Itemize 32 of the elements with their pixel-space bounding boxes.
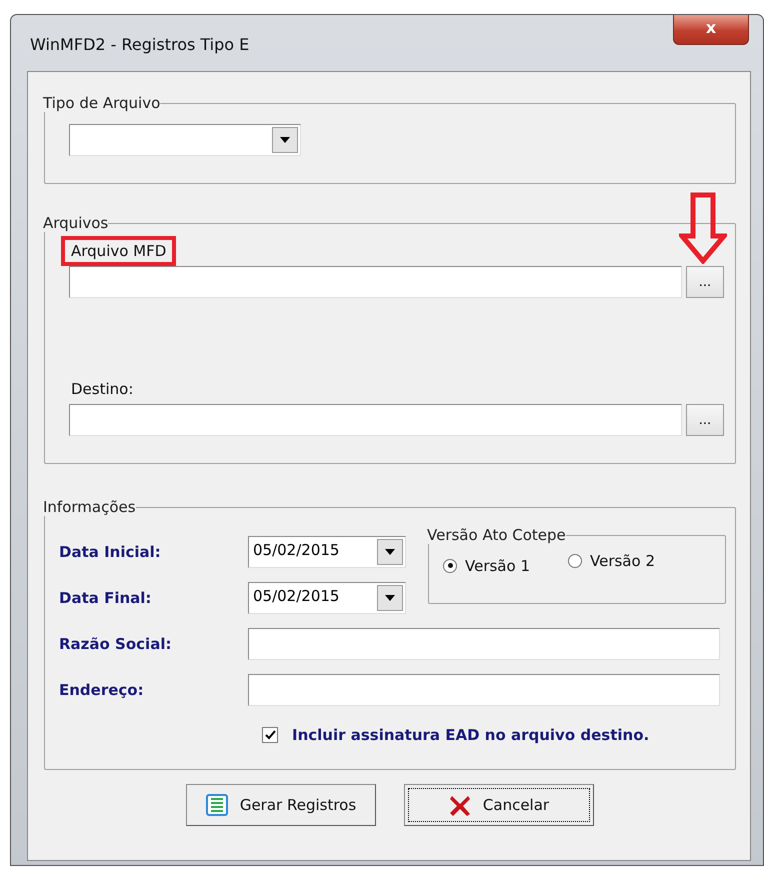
field-label: Data Inicial:	[59, 543, 162, 561]
field-label: Data Final:	[59, 589, 152, 607]
date-picker[interactable]: 05/02/2015	[248, 582, 406, 614]
dropdown-arrow-icon	[280, 137, 290, 143]
field-label: Arquivo MFD	[61, 236, 176, 266]
dialog-button[interactable]: Cancelar	[404, 784, 594, 826]
window-title: WinMFD2 - Registros Tipo E	[30, 35, 250, 54]
file-path-field[interactable]	[69, 266, 682, 298]
file-type-combo[interactable]	[69, 124, 301, 156]
text-field[interactable]	[248, 628, 720, 660]
dialog-button[interactable]: Gerar Registros	[186, 784, 376, 826]
group-legend: Arquivos	[43, 214, 108, 232]
browse-button[interactable]: ...	[686, 266, 724, 298]
close-button[interactable]: x	[673, 15, 749, 45]
group-legend: Tipo de Arquivo	[43, 94, 160, 112]
field-label: Endereço:	[59, 681, 145, 699]
field-label: Razão Social:	[59, 635, 172, 653]
group-legend: Informações	[43, 498, 136, 516]
checkmark-icon	[264, 730, 276, 740]
field-label: Destino:	[70, 379, 134, 400]
browse-button[interactable]: ...	[686, 404, 724, 436]
ead-checkbox[interactable]: Incluir assinatura EAD no arquivo destino.	[262, 726, 735, 744]
group-legend: Versão Ato Cotepe	[427, 526, 566, 544]
date-picker[interactable]: 05/02/2015	[248, 536, 406, 568]
dropdown-arrow-icon	[385, 595, 395, 601]
text-field[interactable]	[248, 674, 720, 706]
file-path-field[interactable]	[69, 404, 682, 436]
cross-icon	[448, 794, 471, 816]
version-radio[interactable]: Versão 1	[443, 556, 530, 574]
list-icon	[206, 794, 228, 816]
version-radio[interactable]: Versão 2	[568, 552, 655, 570]
dropdown-arrow-icon	[385, 549, 395, 555]
